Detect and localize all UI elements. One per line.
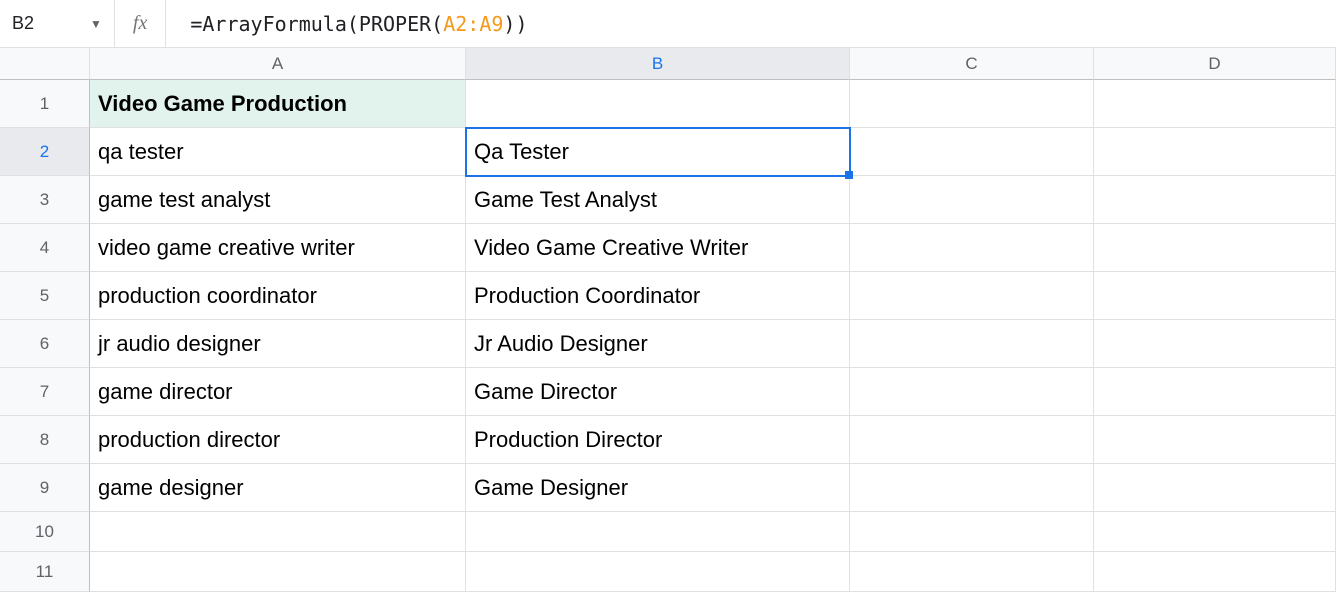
cell-b2[interactable]: Qa Tester xyxy=(466,128,850,176)
cell-c2[interactable] xyxy=(850,128,1094,176)
cell-b10[interactable] xyxy=(466,512,850,552)
selection-handle[interactable] xyxy=(845,171,853,179)
table-row: 8 production director Production Directo… xyxy=(0,416,1336,464)
cell-c4[interactable] xyxy=(850,224,1094,272)
table-row: 6 jr audio designer Jr Audio Designer xyxy=(0,320,1336,368)
cell-a8[interactable]: production director xyxy=(90,416,466,464)
table-row: 11 xyxy=(0,552,1336,592)
cell-d6[interactable] xyxy=(1094,320,1336,368)
formula-input[interactable]: =ArrayFormula(PROPER(A2:A9)) xyxy=(166,0,1336,47)
cell-c6[interactable] xyxy=(850,320,1094,368)
cell-a9[interactable]: game designer xyxy=(90,464,466,512)
cell-d9[interactable] xyxy=(1094,464,1336,512)
cell-a2[interactable]: qa tester xyxy=(90,128,466,176)
row-header[interactable]: 2 xyxy=(0,128,90,176)
row-header[interactable]: 9 xyxy=(0,464,90,512)
cell-a3[interactable]: game test analyst xyxy=(90,176,466,224)
cell-b7[interactable]: Game Director xyxy=(466,368,850,416)
table-row: 9 game designer Game Designer xyxy=(0,464,1336,512)
cell-b9[interactable]: Game Designer xyxy=(466,464,850,512)
cell-c8[interactable] xyxy=(850,416,1094,464)
formula-suffix: )) xyxy=(503,12,527,36)
cell-d7[interactable] xyxy=(1094,368,1336,416)
cell-value: Qa Tester xyxy=(474,139,569,165)
table-row: 3 game test analyst Game Test Analyst xyxy=(0,176,1336,224)
row-header[interactable]: 4 xyxy=(0,224,90,272)
column-header-a[interactable]: A xyxy=(90,48,466,80)
name-box[interactable]: B2 xyxy=(0,0,90,47)
table-row: 2 qa tester Qa Tester xyxy=(0,128,1336,176)
table-row: 4 video game creative writer Video Game … xyxy=(0,224,1336,272)
row-header[interactable]: 5 xyxy=(0,272,90,320)
row-header[interactable]: 6 xyxy=(0,320,90,368)
name-box-dropdown[interactable]: ▼ xyxy=(90,0,115,47)
cell-c10[interactable] xyxy=(850,512,1094,552)
formula-prefix: =ArrayFormula(PROPER( xyxy=(190,12,443,36)
cell-d10[interactable] xyxy=(1094,512,1336,552)
cell-b11[interactable] xyxy=(466,552,850,592)
cell-d11[interactable] xyxy=(1094,552,1336,592)
cell-a6[interactable]: jr audio designer xyxy=(90,320,466,368)
grid-body: 1 Video Game Production 2 qa tester Qa T… xyxy=(0,80,1336,592)
cell-b3[interactable]: Game Test Analyst xyxy=(466,176,850,224)
formula-bar: B2 ▼ fx =ArrayFormula(PROPER(A2:A9)) xyxy=(0,0,1336,48)
row-header[interactable]: 7 xyxy=(0,368,90,416)
cell-a5[interactable]: production coordinator xyxy=(90,272,466,320)
cell-c7[interactable] xyxy=(850,368,1094,416)
select-all-corner[interactable] xyxy=(0,48,90,80)
table-row: 10 xyxy=(0,512,1336,552)
row-header[interactable]: 11 xyxy=(0,552,90,592)
cell-a11[interactable] xyxy=(90,552,466,592)
cell-c1[interactable] xyxy=(850,80,1094,128)
spreadsheet-grid: A B C D 1 Video Game Production 2 qa tes… xyxy=(0,48,1336,592)
row-header[interactable]: 3 xyxy=(0,176,90,224)
fx-icon: fx xyxy=(133,12,147,35)
cell-a1[interactable]: Video Game Production xyxy=(90,80,466,128)
cell-a10[interactable] xyxy=(90,512,466,552)
cell-c11[interactable] xyxy=(850,552,1094,592)
cell-b4[interactable]: Video Game Creative Writer xyxy=(466,224,850,272)
row-header[interactable]: 8 xyxy=(0,416,90,464)
column-header-c[interactable]: C xyxy=(850,48,1094,80)
row-header[interactable]: 1 xyxy=(0,80,90,128)
cell-d4[interactable] xyxy=(1094,224,1336,272)
table-row: 7 game director Game Director xyxy=(0,368,1336,416)
row-header[interactable]: 10 xyxy=(0,512,90,552)
cell-b1[interactable] xyxy=(466,80,850,128)
cell-a4[interactable]: video game creative writer xyxy=(90,224,466,272)
cell-b6[interactable]: Jr Audio Designer xyxy=(466,320,850,368)
cell-d1[interactable] xyxy=(1094,80,1336,128)
cell-c3[interactable] xyxy=(850,176,1094,224)
chevron-down-icon: ▼ xyxy=(90,17,102,31)
table-row: 1 Video Game Production xyxy=(0,80,1336,128)
table-row: 5 production coordinator Production Coor… xyxy=(0,272,1336,320)
fx-label: fx xyxy=(115,0,166,47)
cell-d8[interactable] xyxy=(1094,416,1336,464)
cell-c5[interactable] xyxy=(850,272,1094,320)
column-header-d[interactable]: D xyxy=(1094,48,1336,80)
cell-d5[interactable] xyxy=(1094,272,1336,320)
cell-b8[interactable]: Production Director xyxy=(466,416,850,464)
cell-d3[interactable] xyxy=(1094,176,1336,224)
column-header-b[interactable]: B xyxy=(466,48,850,80)
cell-d2[interactable] xyxy=(1094,128,1336,176)
cell-a7[interactable]: game director xyxy=(90,368,466,416)
cell-b5[interactable]: Production Coordinator xyxy=(466,272,850,320)
cell-c9[interactable] xyxy=(850,464,1094,512)
column-headers: A B C D xyxy=(0,48,1336,80)
formula-range: A2:A9 xyxy=(443,12,503,36)
